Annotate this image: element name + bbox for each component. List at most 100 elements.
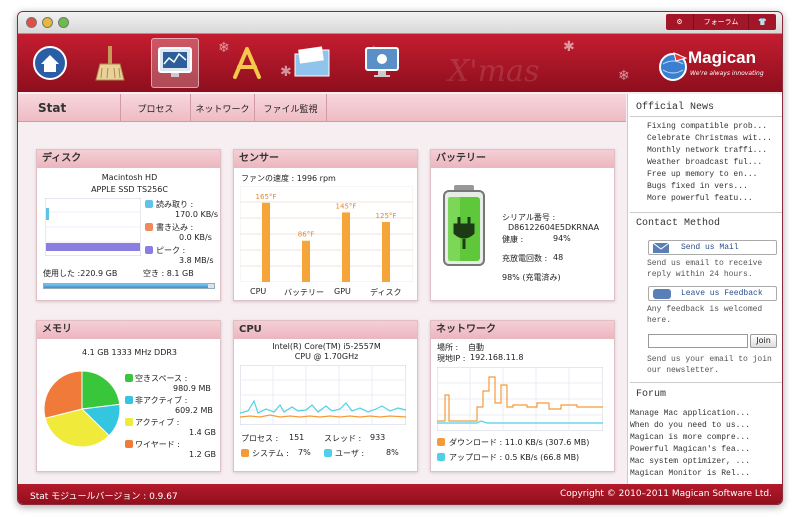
memory-spec: 4.1 GB 1333 MHz DDR3 xyxy=(81,348,178,357)
forum-item[interactable]: Magican Monitor is Rel... xyxy=(630,469,750,478)
read-label: 読み取り : xyxy=(156,200,194,209)
news-item[interactable]: Free up memory to en... xyxy=(647,170,757,179)
join-button[interactable]: Join xyxy=(750,334,777,348)
zoom-button[interactable] xyxy=(58,17,69,28)
temperature-bar-label: 145°F xyxy=(336,202,357,210)
forum-button[interactable]: フォーラム xyxy=(694,14,749,30)
folder-icon xyxy=(294,46,330,77)
mac-screen-icon xyxy=(365,47,399,77)
disk-free: 空き : 8.1 GB xyxy=(143,269,194,278)
news-item[interactable]: Bugs fixed in vers... xyxy=(647,182,748,191)
speech-bubble-icon xyxy=(653,289,671,299)
module-title: Stat xyxy=(18,94,121,122)
tab-network[interactable]: ネットワーク xyxy=(191,94,255,122)
thread-count: 933 xyxy=(370,433,386,442)
disk-io-graph xyxy=(45,198,141,256)
download-rate: ダウンロード : 11.0 KB/s (307.6 MB) xyxy=(449,438,590,447)
stat-dashboard: ディスク Macintosh HD APPLE SSD TS256C 読み取り … xyxy=(18,122,626,484)
location-value: 自動 xyxy=(468,343,484,352)
forum-item[interactable]: Powerful Magican's fea... xyxy=(630,445,750,454)
forum-item[interactable]: Magican is more compre... xyxy=(630,433,750,442)
health-label: 健康 : xyxy=(502,235,524,244)
inactive-value: 609.2 MB xyxy=(175,406,213,415)
feedback-label: Leave us Feedback xyxy=(681,289,763,298)
divider xyxy=(630,212,782,213)
sensor-label-gpu: GPU xyxy=(334,287,351,296)
join-description-2: our newsletter. xyxy=(647,366,720,375)
system-button[interactable] xyxy=(358,38,406,88)
wired-swatch xyxy=(125,440,133,448)
status-bar: Stat モジュールバージョン : 0.9.67 Copyright © 201… xyxy=(18,484,782,504)
cpu-card: CPU Intel(R) Core(TM) i5-2557M CPU @ 1.7… xyxy=(233,320,418,472)
newsletter-email-input[interactable] xyxy=(648,334,748,348)
close-button[interactable] xyxy=(26,17,37,28)
active-label: アクティブ : xyxy=(135,418,180,427)
cleaner-button[interactable] xyxy=(86,38,134,88)
battery-card: バッテリー シリアル番号 : D86122604E5DKRNAA 健康 : 94… xyxy=(430,149,615,301)
cycles-value: 48 xyxy=(553,253,564,262)
temperature-bar-label: 125°F xyxy=(376,212,397,220)
monitor-chart-icon xyxy=(158,47,192,77)
home-button[interactable] xyxy=(26,38,74,88)
snowflake-icon: ❄ xyxy=(618,68,630,84)
forum-item[interactable]: Mac system optimizer, ... xyxy=(630,457,750,466)
news-item[interactable]: Fixing compatible prob... xyxy=(647,122,767,131)
sensor-label-battery: バッテリー xyxy=(284,288,324,297)
news-item[interactable]: Weather broadcast ful... xyxy=(647,158,762,167)
download-swatch xyxy=(437,438,445,446)
cpu-title: CPU xyxy=(234,321,417,339)
stat-monitor-button[interactable] xyxy=(151,38,199,88)
serial-label: シリアル番号 : xyxy=(502,213,556,222)
network-title: ネットワーク xyxy=(431,321,614,339)
send-mail-label: Send us Mail xyxy=(681,243,739,252)
tab-file-monitor[interactable]: ファイル監視 xyxy=(255,94,327,122)
files-button[interactable] xyxy=(288,38,336,88)
minimize-button[interactable] xyxy=(42,17,53,28)
broom-icon xyxy=(95,46,125,81)
user-swatch xyxy=(324,449,332,457)
temperature-chart: 165°F 86°F 145°F 125°F xyxy=(240,186,413,282)
feedback-description-1: Any feedback is welcomed xyxy=(647,305,763,314)
send-mail-button[interactable]: Send us Mail xyxy=(648,240,777,255)
cpu-speed: CPU @ 1.70GHz xyxy=(294,352,359,361)
feedback-button[interactable]: Leave us Feedback xyxy=(648,286,777,301)
settings-gear-button[interactable]: ⚙ xyxy=(666,14,694,30)
disk-usage-fill xyxy=(44,284,209,288)
peak-label: ピーク : xyxy=(156,246,186,255)
inactive-label: 非アクティブ : xyxy=(135,396,188,405)
news-item[interactable]: More powerful featu... xyxy=(647,194,753,203)
memory-pie-slice xyxy=(81,370,121,410)
sensor-title: センサー xyxy=(234,150,417,168)
disk-card: ディスク Macintosh HD APPLE SSD TS256C 読み取り … xyxy=(36,149,221,301)
system-value: 7% xyxy=(298,448,311,457)
free-label: 空きスペース : xyxy=(135,374,188,383)
app-store-icon xyxy=(233,47,261,79)
divider xyxy=(630,382,782,383)
write-value: 0.0 KB/s xyxy=(179,233,212,242)
mail-description-1: Send us email to receive xyxy=(647,259,763,268)
peak-value: 3.8 MB/s xyxy=(179,256,214,265)
module-version: Stat モジュールバージョン : 0.9.67 xyxy=(30,492,178,502)
system-label: システム : xyxy=(252,449,289,458)
cpu-model: Intel(R) Core(TM) i5-2557M xyxy=(272,342,381,351)
wired-label: ワイヤード : xyxy=(135,440,180,449)
forum-item[interactable]: When do you need to us... xyxy=(630,421,750,430)
news-item[interactable]: Monthly network traffi... xyxy=(647,146,767,155)
title-bar: ⚙ フォーラム 👕 xyxy=(18,12,782,34)
disk-name: Macintosh HD xyxy=(101,173,158,182)
news-item[interactable]: Celebrate Christmas wit... xyxy=(647,134,772,143)
serial-value: D86122604E5DKRNAA xyxy=(508,223,600,232)
magican-logo: Magican We're always innovating xyxy=(658,46,776,86)
copyright: Copyright © 2010–2011 Magican Software L… xyxy=(559,489,772,499)
disk-usage-bar xyxy=(43,283,215,289)
tab-process[interactable]: プロセス xyxy=(121,94,191,122)
home-icon xyxy=(33,46,67,80)
skin-button[interactable]: 👕 xyxy=(749,14,776,30)
forum-item[interactable]: Manage Mac application... xyxy=(630,409,750,418)
logo-globe-icon xyxy=(659,52,688,81)
ip-value: 192.168.11.8 xyxy=(470,353,524,362)
peak-swatch xyxy=(145,246,153,254)
envelope-icon xyxy=(653,243,669,253)
main-toolbar: ❄ ✱ ❄ ✱ ❄ X'mas Magican We're always inn… xyxy=(18,34,782,92)
apps-button[interactable] xyxy=(223,38,271,88)
